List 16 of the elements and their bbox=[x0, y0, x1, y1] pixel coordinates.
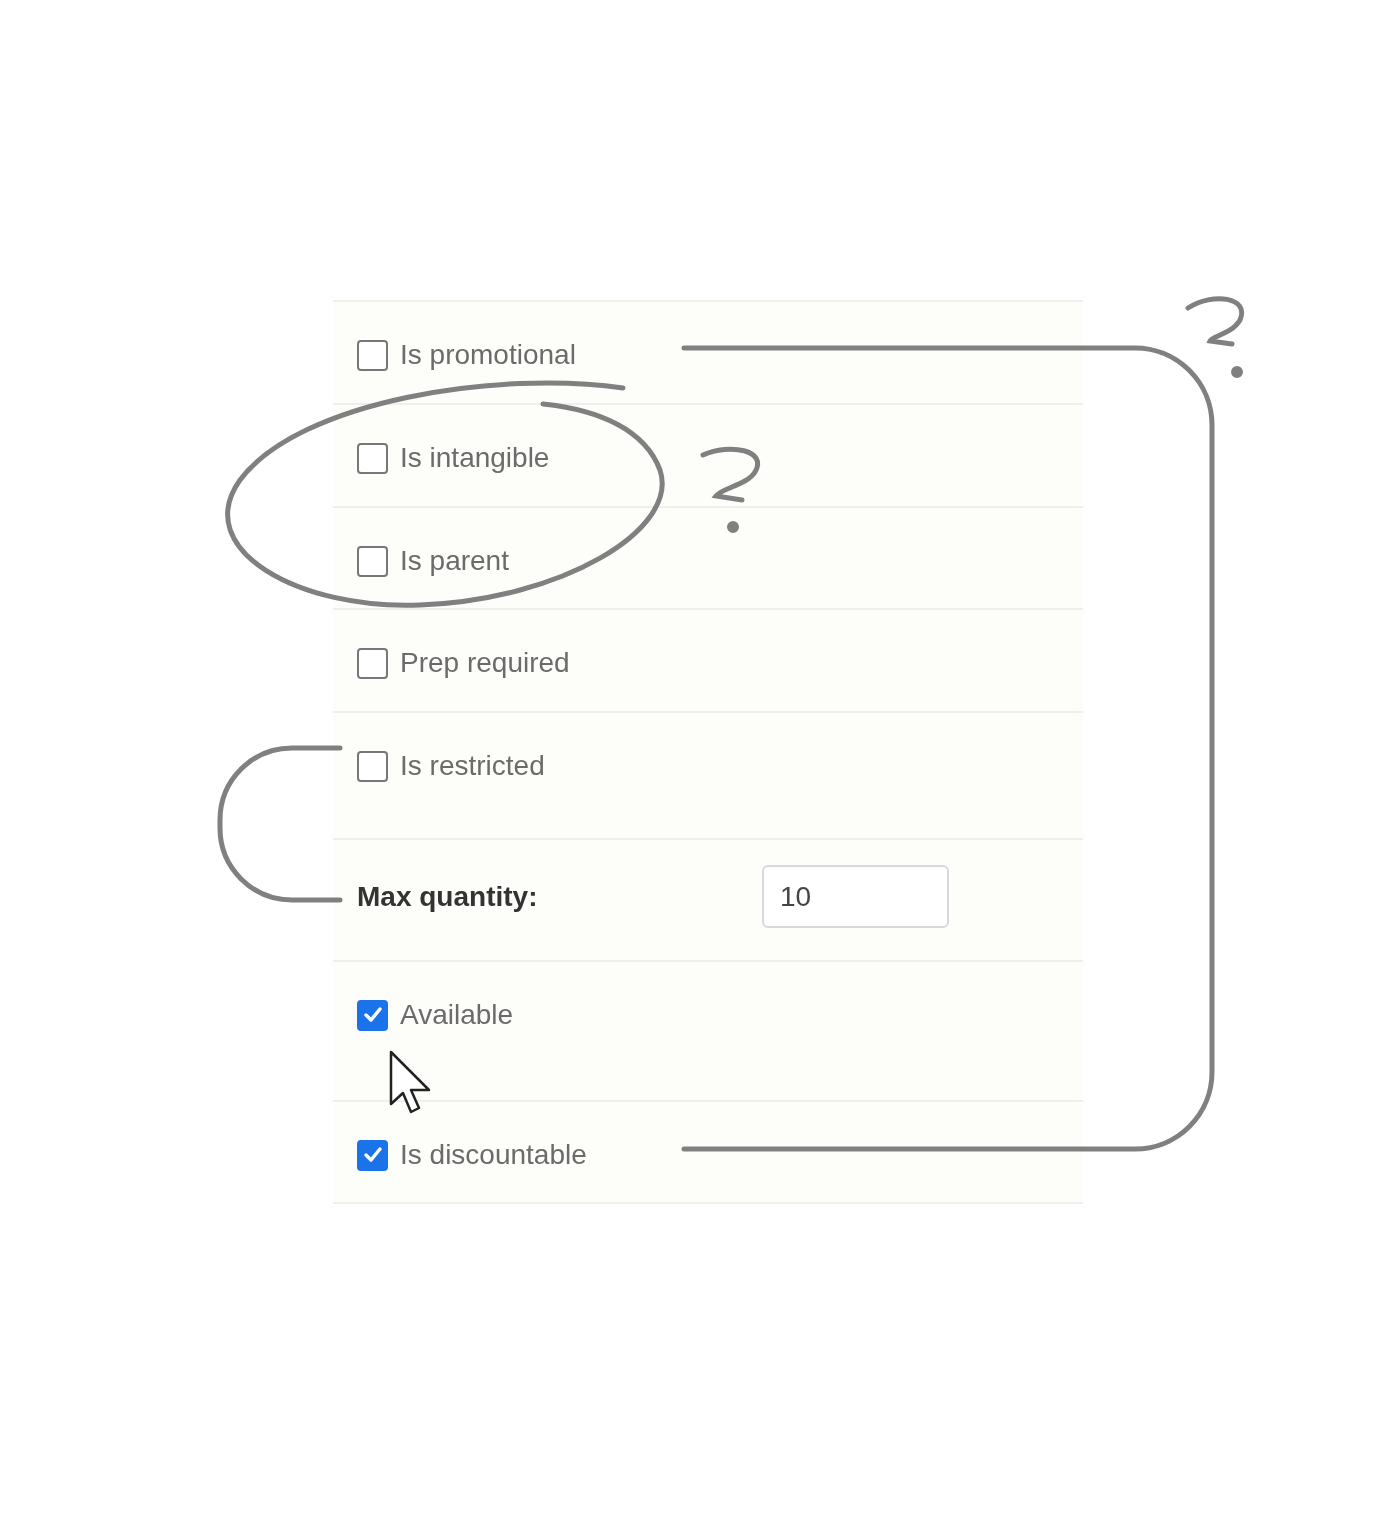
checkbox-label: Is intangible bbox=[400, 441, 550, 475]
checkbox[interactable] bbox=[357, 545, 388, 577]
checkbox[interactable] bbox=[357, 750, 388, 782]
checkbox-label: Is restricted bbox=[400, 749, 545, 783]
checkbox[interactable] bbox=[357, 999, 388, 1031]
checkbox-label: Is parent bbox=[400, 544, 509, 578]
quantity-input[interactable]: 10 bbox=[762, 865, 949, 928]
checkbox-label: Is discountable bbox=[400, 1138, 587, 1172]
field-label: Max quantity: bbox=[357, 879, 539, 914]
checkbox-label: Is promotional bbox=[400, 338, 576, 372]
checkbox[interactable] bbox=[357, 1139, 388, 1171]
checkbox[interactable] bbox=[357, 647, 388, 679]
checkbox-label: Prep required bbox=[400, 646, 570, 680]
checkbox[interactable] bbox=[357, 442, 388, 474]
checkbox-label: Available bbox=[400, 998, 514, 1032]
checkbox[interactable] bbox=[357, 339, 388, 371]
